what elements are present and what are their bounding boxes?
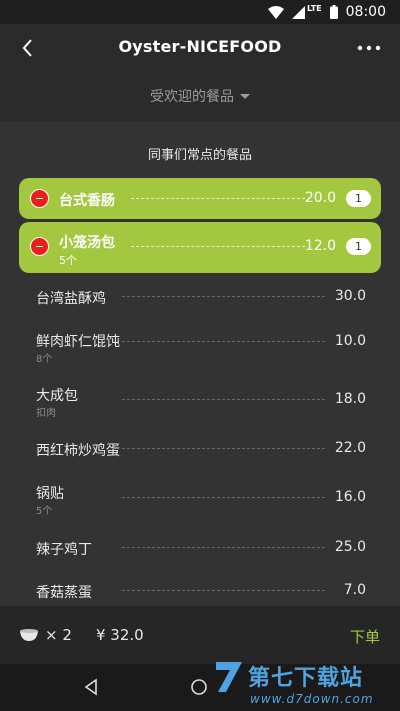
clock: 08:00	[345, 4, 386, 20]
dotted-leader	[122, 590, 325, 591]
network-type: LTE	[306, 3, 322, 13]
item-description: 5个	[36, 506, 53, 517]
item-name: 台式香肠	[59, 193, 115, 209]
dotted-leader	[122, 399, 325, 400]
item-name: 大成包	[36, 388, 78, 404]
dotted-leader	[122, 341, 325, 342]
app-bar: Oyster-NICEFOOD	[0, 24, 400, 70]
dotted-leader	[122, 497, 325, 498]
more-options-icon[interactable]	[356, 36, 382, 60]
item-price: 18.0	[334, 391, 366, 407]
item-description: 扣肉	[36, 408, 56, 419]
menu-item[interactable]: 鲜肉虾仁馄饨 8个 10.0	[0, 331, 400, 371]
menu-item[interactable]: 大成包 扣肉 18.0	[0, 385, 400, 425]
dotted-leader	[122, 296, 325, 297]
section-title: 同事们常点的餐品	[147, 148, 252, 163]
selected-item[interactable]: 小笼汤包 5个 12.0 1	[19, 222, 381, 273]
dotted-leader	[122, 547, 325, 548]
item-name: 香菇蒸蛋	[36, 585, 92, 601]
watermark-url: www.d7down.com	[250, 692, 374, 706]
item-name: 鲜肉虾仁馄饨	[36, 334, 120, 350]
item-price: 12.0	[304, 238, 336, 254]
cart-total: ¥ 32.0	[96, 626, 144, 644]
status-bar: LTE 08:00	[0, 0, 400, 24]
dotted-leader	[131, 246, 305, 247]
item-name: 台湾盐酥鸡	[36, 291, 106, 307]
menu-item[interactable]: 辣子鸡丁 25.0	[0, 539, 400, 579]
watermark-text: 第七下载站	[248, 666, 364, 691]
dotted-leader	[131, 198, 305, 199]
battery-icon	[329, 5, 338, 19]
category-dropdown[interactable]: 受欢迎的餐品	[0, 70, 400, 122]
item-price: 7.0	[343, 582, 366, 598]
cart-count: × 2	[45, 626, 72, 644]
menu-item[interactable]: 锅贴 5个 16.0	[0, 483, 400, 523]
item-price: 30.0	[334, 288, 366, 304]
cell-signal-icon	[291, 5, 305, 19]
item-name: 西红柿炒鸡蛋	[36, 443, 120, 459]
chevron-down-icon	[240, 93, 250, 99]
remove-item-icon[interactable]	[30, 189, 49, 208]
quantity-badge: 1	[346, 238, 371, 255]
item-price: 22.0	[334, 440, 366, 456]
menu-item[interactable]: 香菇蒸蛋 7.0	[0, 582, 400, 606]
nav-back-icon[interactable]	[82, 678, 100, 696]
item-price: 16.0	[334, 489, 366, 505]
place-order-button[interactable]: 下单	[350, 626, 380, 647]
item-description: 5个	[59, 254, 77, 267]
dotted-leader	[122, 448, 325, 449]
cart-bar: × 2 ¥ 32.0 下单	[0, 606, 400, 664]
item-price: 10.0	[334, 333, 366, 349]
category-label: 受欢迎的餐品	[150, 89, 234, 105]
quantity-badge: 1	[346, 190, 371, 207]
menu-item[interactable]: 西红柿炒鸡蛋 22.0	[0, 440, 400, 480]
bowl-icon	[20, 629, 38, 641]
menu-item[interactable]: 台湾盐酥鸡 30.0	[0, 288, 400, 328]
item-price: 20.0	[304, 190, 336, 206]
watermark-logo-icon	[216, 662, 242, 692]
item-price: 25.0	[334, 539, 366, 555]
selected-item[interactable]: 台式香肠 20.0 1	[19, 178, 381, 219]
item-name: 小笼汤包	[59, 235, 115, 251]
wifi-icon	[267, 5, 284, 19]
nav-home-icon[interactable]	[190, 678, 208, 696]
item-name: 辣子鸡丁	[36, 542, 92, 558]
item-description: 8个	[36, 354, 53, 365]
page-title: Oyster-NICEFOOD	[118, 37, 282, 56]
menu-list[interactable]: 同事们常点的餐品 台式香肠 20.0 1 小笼汤包 5个 12.0 1 台湾盐酥…	[0, 122, 400, 606]
item-name: 锅贴	[36, 486, 64, 502]
remove-item-icon[interactable]	[30, 237, 49, 256]
